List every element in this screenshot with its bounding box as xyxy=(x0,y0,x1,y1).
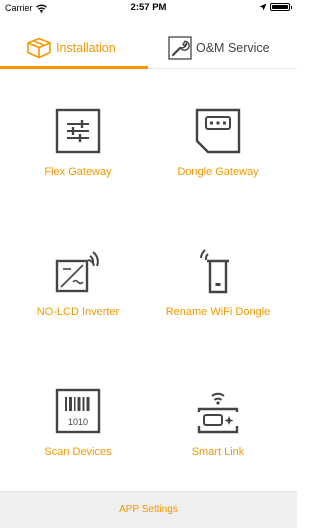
sliders-icon xyxy=(55,108,101,154)
grid-item-label: Flex Gateway xyxy=(44,166,112,178)
box-icon xyxy=(27,37,51,59)
tab-installation-label: Installation xyxy=(56,41,116,55)
grid-item-label: Scan Devices xyxy=(44,446,112,458)
status-time: 2:57 PM xyxy=(130,2,167,13)
sim-card-icon xyxy=(195,108,241,154)
tab-divider xyxy=(148,68,297,69)
grid-item-label: Rename WiFi Dongle xyxy=(165,306,271,318)
wifi-dongle-icon xyxy=(200,249,229,294)
tab-bar: Installation O&M Service xyxy=(0,28,297,70)
tab-om-service-label: O&M Service xyxy=(196,41,270,55)
grid-item-dongle-gateway[interactable]: Dongle Gateway xyxy=(144,108,292,178)
app-settings-button[interactable]: APP Settings xyxy=(0,491,297,528)
grid-item-no-lcd-inverter[interactable]: NO-LCD Inverter xyxy=(4,248,152,318)
grid-item-label: Smart Link xyxy=(191,446,245,458)
grid-item-label: NO-LCD Inverter xyxy=(36,306,120,318)
battery-fill xyxy=(271,5,288,9)
inverter-wifi-icon xyxy=(55,251,99,293)
tab-om-service[interactable]: O&M Service xyxy=(168,28,270,68)
grid-item-smart-link[interactable]: Smart Link xyxy=(144,388,292,458)
app-settings-label: APP Settings xyxy=(119,504,178,515)
wrench-icon xyxy=(168,36,192,60)
tab-installation[interactable]: Installation xyxy=(26,28,116,68)
battery-icon xyxy=(269,3,290,11)
tab-active-indicator xyxy=(0,66,148,69)
grid-item-flex-gateway[interactable]: Flex Gateway xyxy=(4,108,152,178)
grid-item-label: Dongle Gateway xyxy=(177,166,259,178)
grid-item-rename-wifi-dongle[interactable]: Rename WiFi Dongle xyxy=(144,248,292,318)
status-bar: Carrier 2:57 PM xyxy=(0,0,297,15)
status-right xyxy=(259,3,292,11)
grid-item-scan-devices[interactable]: 1010 Scan Devices xyxy=(4,388,152,458)
barcode-icon: 1010 xyxy=(55,388,101,434)
smart-link-icon xyxy=(197,392,239,434)
battery-nub xyxy=(290,5,292,9)
svg-text:1010: 1010 xyxy=(68,417,88,427)
location-arrow-icon xyxy=(259,3,266,11)
